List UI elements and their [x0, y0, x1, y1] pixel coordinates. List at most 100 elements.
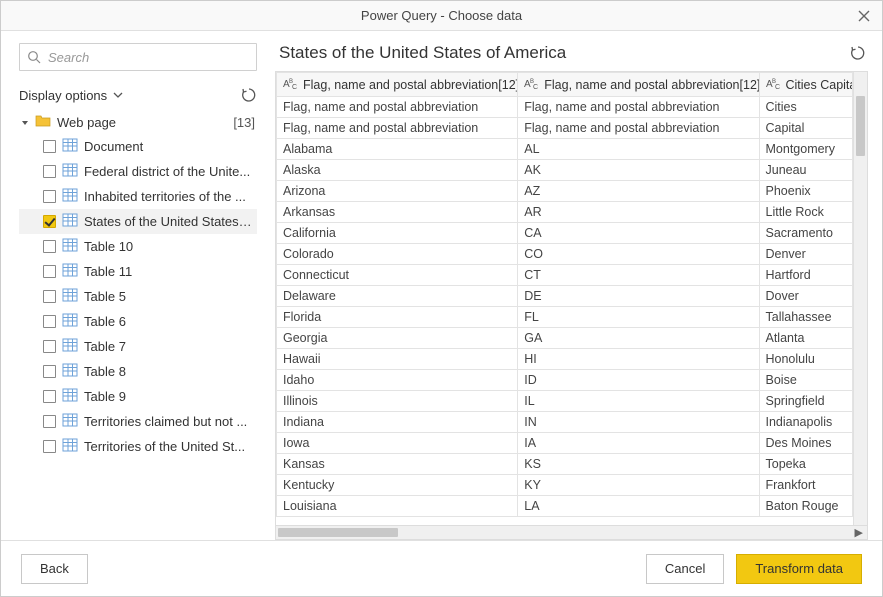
table-row[interactable]: KentuckyKYFrankfort — [277, 475, 853, 496]
tree-item[interactable]: Table 7 — [19, 334, 257, 359]
svg-text:C: C — [775, 84, 780, 90]
table-row[interactable]: ArizonaAZPhoenix — [277, 181, 853, 202]
table-cell: Idaho — [277, 370, 518, 391]
tree-item[interactable]: Territories claimed but not ... — [19, 409, 257, 434]
table-icon — [62, 263, 78, 280]
tree-root-web-page[interactable]: Web page [13] — [19, 111, 257, 134]
table-row[interactable]: AlabamaALMontgomery — [277, 139, 853, 160]
table-icon — [62, 288, 78, 305]
tree-item[interactable]: Territories of the United St... — [19, 434, 257, 459]
footer-right: Cancel Transform data — [646, 554, 862, 584]
table-row[interactable]: Flag, name and postal abbreviationFlag, … — [277, 118, 853, 139]
table-cell: Dover — [759, 286, 853, 307]
display-options-row: Display options — [19, 87, 257, 103]
table-row[interactable]: HawaiiHIHonolulu — [277, 349, 853, 370]
table-row[interactable]: ConnecticutCTHartford — [277, 265, 853, 286]
table-icon — [62, 363, 78, 380]
checkbox[interactable] — [43, 265, 56, 278]
table-row[interactable]: IndianaINIndianapolis — [277, 412, 853, 433]
tree-item[interactable]: Federal district of the Unite... — [19, 159, 257, 184]
tree-item[interactable]: Table 9 — [19, 384, 257, 409]
horizontal-scrollbar[interactable]: ▶ — [275, 526, 868, 540]
cancel-button[interactable]: Cancel — [646, 554, 724, 584]
table-cell: FL — [518, 307, 759, 328]
table-row[interactable]: IowaIADes Moines — [277, 433, 853, 454]
refresh-preview-button[interactable] — [850, 45, 866, 61]
tree-item[interactable]: Table 10 — [19, 234, 257, 259]
tree-item-label: Territories claimed but not ... — [84, 414, 253, 429]
refresh-icon — [241, 87, 257, 103]
checkbox[interactable] — [43, 140, 56, 153]
tree-item[interactable]: Table 11 — [19, 259, 257, 284]
close-button[interactable] — [852, 4, 876, 28]
checkbox[interactable] — [43, 165, 56, 178]
column-header[interactable]: ABCFlag, name and postal abbreviation[12… — [277, 73, 518, 97]
table-row[interactable]: AlaskaAKJuneau — [277, 160, 853, 181]
table-row[interactable]: GeorgiaGAAtlanta — [277, 328, 853, 349]
tree-item[interactable]: Table 6 — [19, 309, 257, 334]
column-header[interactable]: ABCCities Capital — [759, 73, 853, 97]
back-button[interactable]: Back — [21, 554, 88, 584]
table-cell: Florida — [277, 307, 518, 328]
table-cell: Sacramento — [759, 223, 853, 244]
vertical-scroll-thumb[interactable] — [856, 96, 865, 156]
checkbox[interactable] — [43, 390, 56, 403]
table-row[interactable]: ArkansasARLittle Rock — [277, 202, 853, 223]
tree-item[interactable]: Inhabited territories of the ... — [19, 184, 257, 209]
table-cell: Iowa — [277, 433, 518, 454]
horizontal-scroll-thumb[interactable] — [278, 528, 398, 537]
grid-wrap: ABCFlag, name and postal abbreviation[12… — [275, 71, 868, 526]
tree-item-label: Table 11 — [84, 264, 253, 279]
vertical-scrollbar[interactable] — [853, 72, 867, 525]
checkbox[interactable] — [43, 440, 56, 453]
tree-item[interactable]: Document — [19, 134, 257, 159]
table-row[interactable]: ColoradoCODenver — [277, 244, 853, 265]
dialog-body: Display options Web page [13] Document Fe… — [1, 31, 882, 540]
checkbox[interactable] — [43, 290, 56, 303]
tree-item[interactable]: Table 5 — [19, 284, 257, 309]
chevron-down-icon — [113, 92, 123, 98]
table-row[interactable]: FloridaFLTallahassee — [277, 307, 853, 328]
close-icon — [858, 10, 870, 22]
column-header[interactable]: ABCFlag, name and postal abbreviation[12… — [518, 73, 759, 97]
table-row[interactable]: Flag, name and postal abbreviationFlag, … — [277, 97, 853, 118]
table-row[interactable]: CaliforniaCASacramento — [277, 223, 853, 244]
preview-header: States of the United States of America — [275, 43, 868, 71]
table-row[interactable]: IdahoIDBoise — [277, 370, 853, 391]
table-cell: Des Moines — [759, 433, 853, 454]
tree-item[interactable]: Table 8 — [19, 359, 257, 384]
table-cell: Kentucky — [277, 475, 518, 496]
table-cell: Arizona — [277, 181, 518, 202]
table-row[interactable]: IllinoisILSpringfield — [277, 391, 853, 412]
table-row[interactable]: DelawareDEDover — [277, 286, 853, 307]
dialog-title: Power Query - Choose data — [361, 8, 522, 23]
table-cell: HI — [518, 349, 759, 370]
table-icon — [62, 188, 78, 205]
refresh-tree-button[interactable] — [241, 87, 257, 103]
table-row[interactable]: LouisianaLABaton Rouge — [277, 496, 853, 517]
table-icon — [62, 438, 78, 455]
search-input[interactable] — [19, 43, 257, 71]
grid-scroll[interactable]: ABCFlag, name and postal abbreviation[12… — [276, 72, 853, 525]
preview-title: States of the United States of America — [279, 43, 566, 63]
tree-item-label: Document — [84, 139, 253, 154]
table-cell: Little Rock — [759, 202, 853, 223]
tree-item[interactable]: States of the United States ... — [19, 209, 257, 234]
checkbox[interactable] — [43, 190, 56, 203]
transform-data-button[interactable]: Transform data — [736, 554, 862, 584]
tree-item-label: Table 10 — [84, 239, 253, 254]
table-cell: Delaware — [277, 286, 518, 307]
scroll-right-arrow[interactable]: ▶ — [855, 526, 863, 539]
table-row[interactable]: KansasKSTopeka — [277, 454, 853, 475]
table-cell: California — [277, 223, 518, 244]
table-cell: Colorado — [277, 244, 518, 265]
checkbox[interactable] — [43, 340, 56, 353]
table-cell: IN — [518, 412, 759, 433]
checkbox[interactable] — [43, 315, 56, 328]
checkbox[interactable] — [43, 365, 56, 378]
checkbox[interactable] — [43, 415, 56, 428]
checkbox[interactable] — [43, 240, 56, 253]
table-icon — [62, 213, 78, 230]
display-options-dropdown[interactable]: Display options — [19, 88, 123, 103]
checkbox[interactable] — [43, 215, 56, 228]
